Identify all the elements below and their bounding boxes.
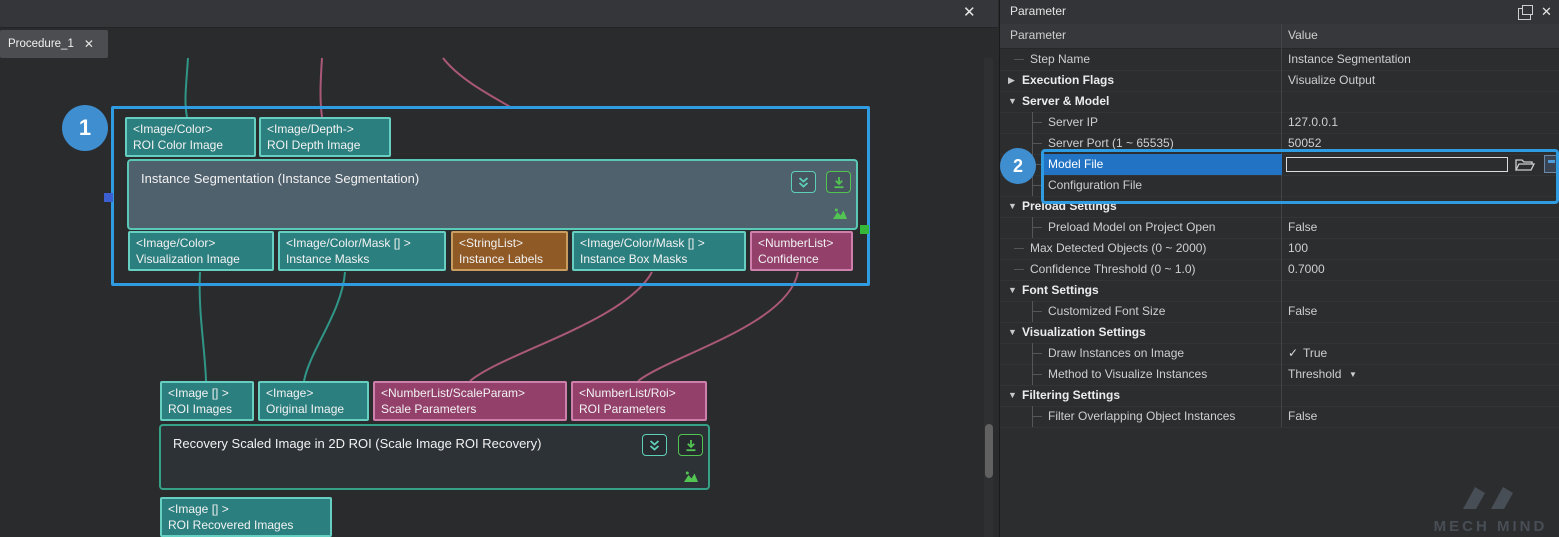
- collapse-icon[interactable]: ▼: [1008, 196, 1017, 217]
- port-scale-parameters[interactable]: <NumberList/ScaleParam> Scale Parameters: [373, 381, 567, 421]
- port-type: <StringList>: [459, 235, 560, 251]
- parameter-panel: Parameter ✕ Parameter Value Step Name In…: [999, 0, 1559, 537]
- port-instance-box-masks[interactable]: <Image/Color/Mask [] > Instance Box Mask…: [572, 231, 746, 271]
- port-type: <Image/Color/Mask [] >: [286, 235, 438, 251]
- mech-mind-logo-icon: [1459, 485, 1523, 511]
- node-instance-segmentation[interactable]: Instance Segmentation (Instance Segmenta…: [127, 159, 858, 230]
- download-model-button[interactable]: [678, 434, 703, 456]
- column-header-parameter: Parameter: [1010, 28, 1066, 42]
- port-name: Confidence: [758, 251, 845, 267]
- model-tool-icon[interactable]: [1544, 155, 1559, 173]
- param-row-visualization-settings[interactable]: ▼ Visualization Settings: [1000, 322, 1559, 344]
- model-file-input[interactable]: [1286, 157, 1508, 172]
- port-type: <Image/Color>: [133, 121, 248, 137]
- open-folder-icon: [1515, 158, 1535, 172]
- port-name: Instance Masks: [286, 251, 438, 267]
- parameter-panel-header: Parameter ✕: [1000, 0, 1559, 25]
- dropdown-arrow-icon[interactable]: ▼: [1349, 364, 1357, 385]
- chevron-double-down-icon: [797, 176, 810, 189]
- port-marker-blue: [104, 193, 113, 202]
- port-name: ROI Parameters: [579, 401, 699, 417]
- port-marker-green: [860, 225, 869, 234]
- collapse-icon[interactable]: ▼: [1008, 280, 1017, 301]
- port-name: Visualization Image: [136, 251, 266, 267]
- port-type: <NumberList/ScaleParam>: [381, 385, 559, 401]
- param-row-confidence-threshold[interactable]: Confidence Threshold (0 ~ 1.0) 0.7000: [1000, 259, 1559, 281]
- port-type: <NumberList>: [758, 235, 845, 251]
- port-roi-images[interactable]: <Image [] > ROI Images: [160, 381, 254, 421]
- expand-icon[interactable]: ▶: [1008, 70, 1015, 91]
- param-row-method-to-visualize[interactable]: Method to Visualize Instances Threshold …: [1000, 364, 1559, 386]
- collapse-icon[interactable]: ▼: [1008, 385, 1017, 406]
- param-row-filter-overlapping[interactable]: Filter Overlapping Object Instances Fals…: [1000, 406, 1559, 428]
- preview-image-icon: [683, 470, 699, 483]
- param-row-draw-instances[interactable]: Draw Instances on Image ✓ True: [1000, 343, 1559, 365]
- collapse-icon[interactable]: ▼: [1008, 322, 1017, 343]
- download-icon: [833, 176, 845, 189]
- download-model-button[interactable]: [826, 171, 851, 193]
- port-name: ROI Images: [168, 401, 246, 417]
- float-panel-icon[interactable]: [1518, 8, 1531, 20]
- param-row-customized-font-size[interactable]: Customized Font Size False: [1000, 301, 1559, 323]
- param-row-server-port[interactable]: Server Port (1 ~ 65535) 50052: [1000, 133, 1559, 155]
- port-type: <Image [] >: [168, 385, 246, 401]
- column-header-row: Parameter Value: [1000, 24, 1559, 49]
- port-name: ROI Color Image: [133, 137, 248, 153]
- param-row-server-and-model[interactable]: ▼ Server & Model: [1000, 91, 1559, 113]
- port-type: <NumberList/Roi>: [579, 385, 699, 401]
- node-title: Instance Segmentation (Instance Segmenta…: [141, 171, 419, 186]
- port-type: <Image [] >: [168, 501, 324, 517]
- param-row-configuration-file[interactable]: Configuration File: [1000, 175, 1559, 197]
- collapse-icon[interactable]: ▼: [1008, 91, 1017, 112]
- port-roi-depth-image[interactable]: <Image/Depth-> ROI Depth Image: [259, 117, 391, 157]
- param-row-model-file[interactable]: Model File: [1000, 154, 1559, 176]
- watermark: MECH MIND: [1422, 485, 1559, 537]
- port-instance-masks[interactable]: <Image/Color/Mask [] > Instance Masks: [278, 231, 446, 271]
- port-name: Instance Labels: [459, 251, 560, 267]
- watermark-text: MECH MIND: [1422, 518, 1559, 535]
- port-type: <Image/Depth->: [267, 121, 383, 137]
- graph-editor: ✕ Procedure_1 ✕ 1 <Image/Color> ROI Colo…: [0, 0, 998, 537]
- param-row-max-detected-objects[interactable]: Max Detected Objects (0 ~ 2000) 100: [1000, 238, 1559, 260]
- port-visualization-image[interactable]: <Image/Color> Visualization Image: [128, 231, 274, 271]
- param-row-preload-model[interactable]: Preload Model on Project Open False: [1000, 217, 1559, 239]
- port-name: Original Image: [266, 401, 361, 417]
- port-instance-labels[interactable]: <StringList> Instance Labels: [451, 231, 568, 271]
- port-name: Scale Parameters: [381, 401, 559, 417]
- port-name: Instance Box Masks: [580, 251, 738, 267]
- port-type: <Image/Color>: [136, 235, 266, 251]
- port-name: ROI Recovered Images: [168, 517, 324, 533]
- column-header-value: Value: [1288, 28, 1318, 42]
- param-row-execution-flags[interactable]: ▶ Execution Flags Visualize Output: [1000, 70, 1559, 92]
- collapse-node-button[interactable]: [791, 171, 816, 193]
- port-confidence[interactable]: <NumberList> Confidence: [750, 231, 853, 271]
- port-type: <Image/Color/Mask [] >: [580, 235, 738, 251]
- node-scale-image-roi-recovery[interactable]: Recovery Scaled Image in 2D ROI (Scale I…: [159, 424, 710, 490]
- preview-image-icon: [832, 207, 848, 220]
- param-row-filtering-settings[interactable]: ▼ Filtering Settings: [1000, 385, 1559, 407]
- port-type: <Image>: [266, 385, 361, 401]
- param-row-step-name[interactable]: Step Name Instance Segmentation: [1000, 49, 1559, 71]
- panel-close-icon[interactable]: ✕: [1541, 3, 1552, 21]
- chevron-double-down-icon: [648, 439, 661, 452]
- port-name: ROI Depth Image: [267, 137, 383, 153]
- port-original-image[interactable]: <Image> Original Image: [258, 381, 369, 421]
- node-title: Recovery Scaled Image in 2D ROI (Scale I…: [173, 436, 541, 451]
- port-roi-color-image[interactable]: <Image/Color> ROI Color Image: [125, 117, 256, 157]
- param-row-server-ip[interactable]: Server IP 127.0.0.1: [1000, 112, 1559, 134]
- collapse-node-button[interactable]: [642, 434, 667, 456]
- download-icon: [685, 439, 697, 452]
- panel-title: Parameter: [1010, 4, 1066, 18]
- param-row-preload-settings[interactable]: ▼ Preload Settings: [1000, 196, 1559, 218]
- param-row-font-settings[interactable]: ▼ Font Settings: [1000, 280, 1559, 302]
- port-roi-recovered-images[interactable]: <Image [] > ROI Recovered Images: [160, 497, 332, 537]
- checkmark-icon[interactable]: ✓: [1288, 343, 1298, 364]
- browse-model-file-button[interactable]: [1512, 156, 1538, 173]
- port-roi-parameters[interactable]: <NumberList/Roi> ROI Parameters: [571, 381, 707, 421]
- annotation-step-1: 1: [62, 105, 108, 151]
- annotation-step-2: 2: [1000, 148, 1036, 184]
